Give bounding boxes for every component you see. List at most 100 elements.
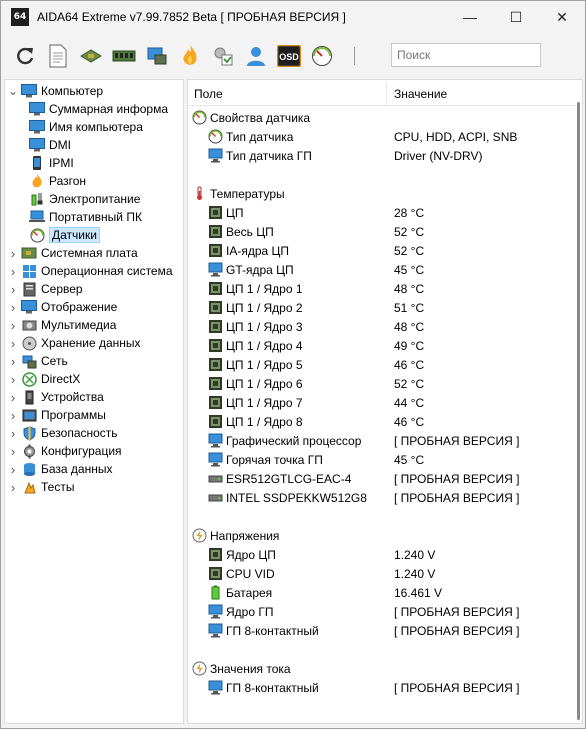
chevron-right-icon[interactable]: › (7, 318, 19, 333)
column-header-value[interactable]: Значение (394, 87, 447, 101)
sensor-row[interactable]: ЦП 1 / Ядро 1 48 °C (188, 279, 576, 298)
sensor-row[interactable]: Ядро ГП [ ПРОБНАЯ ВЕРСИЯ ] (188, 602, 576, 621)
vertical-scrollbar[interactable] (577, 102, 580, 720)
overclock-button[interactable] (178, 44, 202, 68)
refresh-button[interactable] (13, 44, 37, 68)
tree-item[interactable]: › Хранение данных (7, 334, 141, 352)
user-button[interactable] (244, 44, 268, 68)
chevron-right-icon[interactable]: › (7, 390, 19, 405)
title-bar[interactable]: 64 AIDA64 Extreme v7.99.7852 Beta [ ПРОБ… (1, 1, 585, 33)
chevron-right-icon[interactable]: › (7, 354, 19, 369)
tree-item[interactable]: › Тесты (7, 478, 75, 496)
group-header[interactable]: Температуры (188, 184, 576, 203)
sensor-row[interactable]: ГП 8-контактный [ ПРОБНАЯ ВЕРСИЯ ] (188, 678, 576, 697)
sensor-row[interactable]: Тип датчика CPU, HDD, ACPI, SNB (188, 127, 576, 146)
cpu-chip-icon (208, 224, 223, 239)
sensor-row[interactable]: Графический процессор [ ПРОБНАЯ ВЕРСИЯ ] (188, 431, 576, 450)
tree-item[interactable]: Суммарная информа (27, 100, 168, 118)
group-header[interactable]: Свойства датчика (188, 108, 576, 127)
column-header-field[interactable]: Поле (194, 87, 223, 101)
tree-item[interactable]: › Отображение (7, 298, 117, 316)
sensor-row[interactable]: ГП 8-контактный [ ПРОБНАЯ ВЕРСИЯ ] (188, 621, 576, 640)
tree-item[interactable]: › Мультимедиа (7, 316, 117, 334)
sensor-row[interactable]: Ядро ЦП 1.240 V (188, 545, 576, 564)
motherboard-button[interactable] (79, 44, 103, 68)
windows-icon (21, 263, 37, 279)
flame-icon (183, 45, 197, 65)
tree-item[interactable]: › Сервер (7, 280, 83, 298)
dmi-icon (29, 137, 45, 153)
tree-item[interactable]: Портативный ПК (27, 208, 142, 226)
chevron-right-icon[interactable]: › (7, 444, 19, 459)
tree-item[interactable]: Имя компьютера (27, 118, 143, 136)
tree-item[interactable]: › Безопасность (7, 424, 118, 442)
devices-icon (21, 389, 37, 405)
sensor-row[interactable]: ЦП 1 / Ядро 2 51 °C (188, 298, 576, 317)
sensor-row[interactable]: Тип датчика ГП Driver (NV-DRV) (188, 146, 576, 165)
sensor-row[interactable]: Весь ЦП 52 °C (188, 222, 576, 241)
report-button[interactable] (46, 44, 70, 68)
maximize-button[interactable]: ☐ (493, 1, 539, 33)
sensor-row[interactable]: ЦП 1 / Ядро 7 44 °C (188, 393, 576, 412)
sensor-field: Тип датчика ГП (226, 149, 312, 163)
tree-item[interactable]: › Устройства (7, 388, 104, 406)
sensor-row[interactable]: ЦП 1 / Ядро 8 46 °C (188, 412, 576, 431)
sensor-row[interactable]: ESR512GTLCG-EAC-4 [ ПРОБНАЯ ВЕРСИЯ ] (188, 469, 576, 488)
sensor-row[interactable]: INTEL SSDPEKKW512G8 [ ПРОБНАЯ ВЕРСИЯ ] (188, 488, 576, 507)
chevron-down-icon[interactable]: ⌄ (7, 84, 19, 98)
tree-item[interactable]: › Системная плата (7, 244, 138, 262)
tree-item[interactable]: DMI (27, 136, 71, 154)
chevron-right-icon[interactable]: › (7, 300, 19, 315)
tree-item[interactable]: Разгон (27, 172, 86, 190)
sensor-row[interactable]: ЦП 1 / Ядро 3 48 °C (188, 317, 576, 336)
group-header[interactable]: Значения тока (188, 659, 576, 678)
tree-item[interactable]: › DirectX (7, 370, 81, 388)
search-input[interactable] (397, 48, 535, 62)
tree-item[interactable]: › База данных (7, 460, 113, 478)
sensor-gauge-icon (208, 129, 223, 144)
tree-item[interactable]: Электропитание (27, 190, 140, 208)
sensor-value: [ ПРОБНАЯ ВЕРСИЯ ] (394, 624, 520, 638)
sensor-row[interactable]: Горячая точка ГП 45 °C (188, 450, 576, 469)
sensor-row[interactable]: ЦП 1 / Ядро 6 52 °C (188, 374, 576, 393)
sensor-row[interactable]: GT-ядра ЦП 45 °C (188, 260, 576, 279)
tree-item[interactable]: › Программы (7, 406, 106, 424)
sensor-field: IA-ядра ЦП (226, 244, 290, 258)
osd-button[interactable]: OSD (277, 44, 301, 68)
close-button[interactable]: ✕ (539, 1, 585, 33)
chevron-right-icon[interactable]: › (7, 480, 19, 495)
memory-button[interactable] (112, 44, 136, 68)
tree-item[interactable]: › Конфигурация (7, 442, 122, 460)
tree-item[interactable]: › Сеть (7, 352, 68, 370)
minimize-button[interactable]: — (447, 1, 493, 33)
config-gear-icon (21, 443, 37, 459)
group-header[interactable]: Напряжения (188, 526, 576, 545)
tools-button[interactable] (211, 44, 235, 68)
column-divider[interactable] (386, 83, 387, 105)
chevron-right-icon[interactable]: › (7, 246, 19, 261)
sensor-row[interactable]: Батарея 16.461 V (188, 583, 576, 602)
tree-item-label: Датчики (49, 227, 100, 243)
summary-icon (29, 101, 45, 117)
sensor-row[interactable]: IA-ядра ЦП 52 °C (188, 241, 576, 260)
tree-item[interactable]: IPMI (27, 154, 74, 172)
chevron-right-icon[interactable]: › (7, 282, 19, 297)
search-box[interactable] (391, 43, 541, 67)
chevron-right-icon[interactable]: › (7, 426, 19, 441)
tree-item[interactable]: ⌄ Компьютер (7, 82, 103, 100)
chevron-right-icon[interactable]: › (7, 408, 19, 423)
sensor-row[interactable]: ЦП 1 / Ядро 4 49 °C (188, 336, 576, 355)
sensor-row[interactable]: ЦП 28 °C (188, 203, 576, 222)
chevron-right-icon[interactable]: › (7, 336, 19, 351)
network-button[interactable] (145, 44, 169, 68)
sensor-row[interactable]: ЦП 1 / Ядро 5 46 °C (188, 355, 576, 374)
sensor-button[interactable] (310, 44, 334, 68)
sensor-row[interactable]: CPU VID 1.240 V (188, 564, 576, 583)
tree-item-label: Конфигурация (41, 444, 122, 458)
chevron-right-icon[interactable]: › (7, 462, 19, 477)
tree-item[interactable]: Датчики (27, 226, 100, 244)
tree-item[interactable]: › Операционная система (7, 262, 173, 280)
chevron-right-icon[interactable]: › (7, 264, 19, 279)
chevron-right-icon[interactable]: › (7, 372, 19, 387)
gpu-monitor-icon (208, 262, 223, 277)
